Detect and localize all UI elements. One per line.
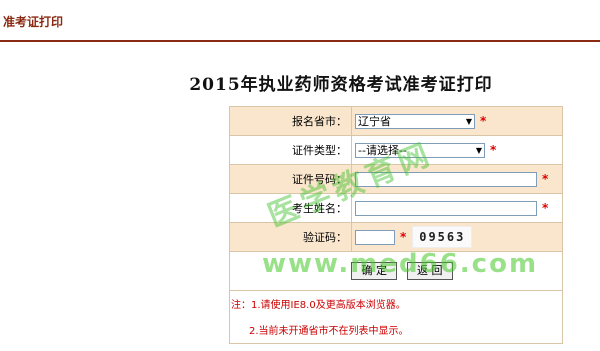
captcha-image[interactable]: 09563 xyxy=(412,226,473,248)
province-label: 报名省市： xyxy=(229,106,352,136)
watermark-url: www.med66.com xyxy=(262,249,539,279)
section-title: 准考证打印 xyxy=(3,15,64,29)
province-select-value: 辽宁省 xyxy=(358,115,391,128)
row-province: 报名省市： 辽宁省 ▼ * xyxy=(229,106,563,136)
id-type-label: 证件类型： xyxy=(229,135,352,165)
top-bar: 准考证打印 xyxy=(0,0,600,42)
chevron-down-icon: ▼ xyxy=(465,116,472,126)
note-line-1: 注：1.请使用IE8.0及更高版本浏览器。 xyxy=(231,300,406,311)
required-mark: * xyxy=(400,230,407,244)
province-select[interactable]: 辽宁省 ▼ xyxy=(355,113,475,129)
note-line-2: 2.当前未开通省市不在列表中显示。 xyxy=(249,326,409,337)
notes-row: 注：1.请使用IE8.0及更高版本浏览器。 2.当前未开通省市不在列表中显示。 xyxy=(229,290,563,344)
name-input[interactable] xyxy=(355,200,537,216)
required-mark: * xyxy=(480,114,487,128)
required-mark: * xyxy=(542,201,549,215)
page-title: 2015年执业药师资格考试准考证打印 xyxy=(189,75,493,95)
captcha-input[interactable] xyxy=(355,229,395,245)
required-mark: * xyxy=(490,143,497,157)
required-mark: * xyxy=(542,172,549,186)
chevron-down-icon: ▼ xyxy=(475,145,482,155)
